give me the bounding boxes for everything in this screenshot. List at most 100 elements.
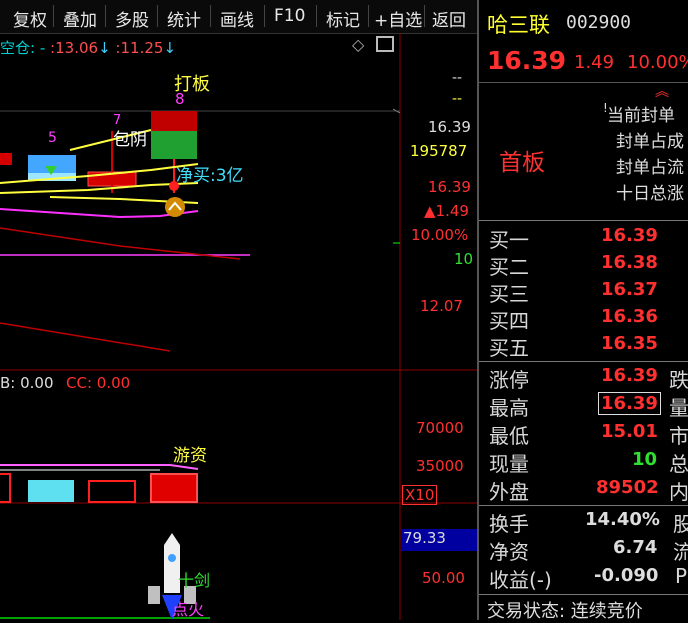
bid-label: 买五 bbox=[489, 336, 529, 360]
stat-right-label: 量 bbox=[669, 396, 688, 420]
menu-biaoji[interactable]: 标记 bbox=[326, 6, 360, 31]
ma-a-arrow: ↓ bbox=[98, 39, 111, 57]
menu-separator bbox=[105, 5, 106, 27]
bid-price[interactable]: 16.39 bbox=[601, 225, 658, 246]
stat-label: 现量 bbox=[489, 452, 529, 476]
axis-change: ▲1.49 bbox=[424, 202, 469, 220]
divider bbox=[479, 220, 688, 221]
menu-separator bbox=[264, 5, 265, 27]
stat-label: 外盘 bbox=[489, 480, 529, 504]
candle bbox=[151, 131, 197, 159]
menu-zixuan[interactable]: +自选 bbox=[374, 6, 422, 31]
menu-duogu[interactable]: 多股 bbox=[115, 6, 149, 31]
label-dianhuo: 点火 bbox=[172, 600, 205, 619]
label-youzi: 游资 bbox=[173, 446, 207, 466]
pin-icon: ! bbox=[603, 101, 608, 115]
axis-pct: 10.00% bbox=[411, 226, 469, 244]
axis-50: 50.00 bbox=[422, 569, 465, 587]
menu-separator bbox=[157, 5, 158, 27]
stat-label: 换手 bbox=[489, 512, 529, 536]
volume-bar bbox=[28, 480, 74, 502]
menu-huaxian[interactable]: 画线 bbox=[220, 6, 254, 31]
stat-value: 16.39 bbox=[598, 392, 661, 415]
stat-right-label: 股 bbox=[673, 512, 688, 536]
x10-button[interactable]: X10 bbox=[402, 485, 438, 505]
stat-right-label: 跌 bbox=[669, 368, 688, 392]
menu-fanhui[interactable]: 返回 bbox=[432, 6, 466, 31]
stat-value: 10 bbox=[632, 449, 658, 470]
menu-separator bbox=[368, 5, 369, 27]
stat-value: 16.39 bbox=[601, 365, 658, 386]
label-baoyin-num: 7 bbox=[113, 113, 122, 128]
stat-label: 最低 bbox=[489, 424, 529, 448]
label-net-buy: 净买:3亿 bbox=[176, 166, 244, 186]
bid-price[interactable]: 16.35 bbox=[601, 333, 658, 354]
note-current-seal: 当前封单 bbox=[607, 106, 675, 126]
axis-low: 12.07 bbox=[420, 297, 463, 315]
top-menu-bar: 复权 叠加 多股 统计 画线 F10 标记 +自选 返回 bbox=[0, 0, 477, 34]
stat-value: 6.74 bbox=[613, 537, 658, 558]
chevron-up-icon[interactable]: ︽ bbox=[655, 81, 669, 101]
board-type: 首板 bbox=[499, 150, 545, 176]
ma-prefix: 空仓: bbox=[0, 39, 36, 57]
bid-price[interactable]: 16.38 bbox=[601, 252, 658, 273]
stat-value: -0.090 bbox=[594, 565, 659, 586]
window-icon[interactable] bbox=[376, 36, 394, 52]
menu-tongji[interactable]: 统计 bbox=[167, 6, 201, 31]
indicator-cc-label: CC: 0.00 bbox=[66, 374, 131, 392]
axis-volume: 195787 bbox=[410, 142, 468, 160]
ma-dash: - bbox=[39, 39, 46, 57]
stat-right-label: 市 bbox=[669, 424, 688, 448]
bid-price[interactable]: 16.36 bbox=[601, 306, 658, 327]
rocket-fin bbox=[148, 586, 160, 604]
label-num5: 5 bbox=[48, 130, 57, 146]
signal-marker bbox=[165, 197, 185, 217]
label-shijian: 十剑 bbox=[178, 571, 211, 590]
divider bbox=[479, 505, 688, 506]
divider bbox=[479, 594, 688, 595]
stat-value: 14.40% bbox=[585, 509, 660, 530]
label-baoyin: 包阴 bbox=[113, 130, 147, 150]
stat-label: 涨停 bbox=[489, 368, 529, 392]
bid-price[interactable]: 16.37 bbox=[601, 279, 658, 300]
bid-label: 买三 bbox=[489, 282, 529, 306]
stat-right-label: 总 bbox=[669, 452, 688, 476]
trading-status: 交易状态: 连续竞价 bbox=[487, 601, 643, 622]
stat-right-label: P bbox=[675, 564, 688, 588]
menu-separator bbox=[424, 5, 425, 27]
note-ten-day-rise: 十日总涨 bbox=[616, 184, 684, 204]
menu-separator bbox=[316, 5, 317, 27]
kline-chart-area[interactable]: 空仓: - :13.06↓ :11.25↓ ◇ 打板 8 包阴 7 5 净买:3… bbox=[0, 33, 477, 620]
note-seal-ratio-volume: 封单占成 bbox=[616, 132, 684, 152]
label-daban-num: 8 bbox=[175, 90, 185, 108]
menu-f10[interactable]: F10 bbox=[274, 6, 305, 26]
volume-bar bbox=[88, 480, 136, 503]
bid-label: 买四 bbox=[489, 309, 529, 333]
ma-b-value: 11.25 bbox=[120, 39, 164, 57]
ma-a-value: 13.06 bbox=[55, 39, 99, 57]
bid-label: 买一 bbox=[489, 228, 529, 252]
ma-line bbox=[0, 322, 171, 352]
divider bbox=[479, 361, 688, 362]
bid-label: 买二 bbox=[489, 255, 529, 279]
axis-dash: -- bbox=[452, 70, 463, 86]
stock-name: 哈三联 bbox=[487, 13, 550, 37]
stat-right-label: 内 bbox=[669, 480, 688, 504]
menu-diejia[interactable]: 叠加 bbox=[63, 6, 97, 31]
axis-70000: 70000 bbox=[416, 419, 464, 437]
axis-dash: -- bbox=[452, 91, 463, 107]
volume-bar bbox=[150, 473, 198, 503]
quote-price: 16.39 bbox=[487, 46, 567, 75]
menu-fuquan[interactable]: 复权 bbox=[13, 6, 47, 31]
axis-highlight-value: 79.33 bbox=[401, 529, 477, 551]
axis-last: 16.39 bbox=[428, 178, 471, 196]
quote-change: 1.49 bbox=[574, 52, 615, 73]
quote-pct: 10.00% bbox=[627, 52, 688, 73]
diamond-icon[interactable]: ◇ bbox=[352, 35, 364, 54]
indicator-line bbox=[0, 464, 199, 470]
stat-label: 收益(-) bbox=[489, 568, 552, 592]
rocket-window bbox=[168, 554, 176, 562]
ma-b-arrow: ↓ bbox=[163, 39, 177, 57]
stat-label: 最高 bbox=[489, 396, 529, 420]
candle bbox=[151, 111, 197, 131]
